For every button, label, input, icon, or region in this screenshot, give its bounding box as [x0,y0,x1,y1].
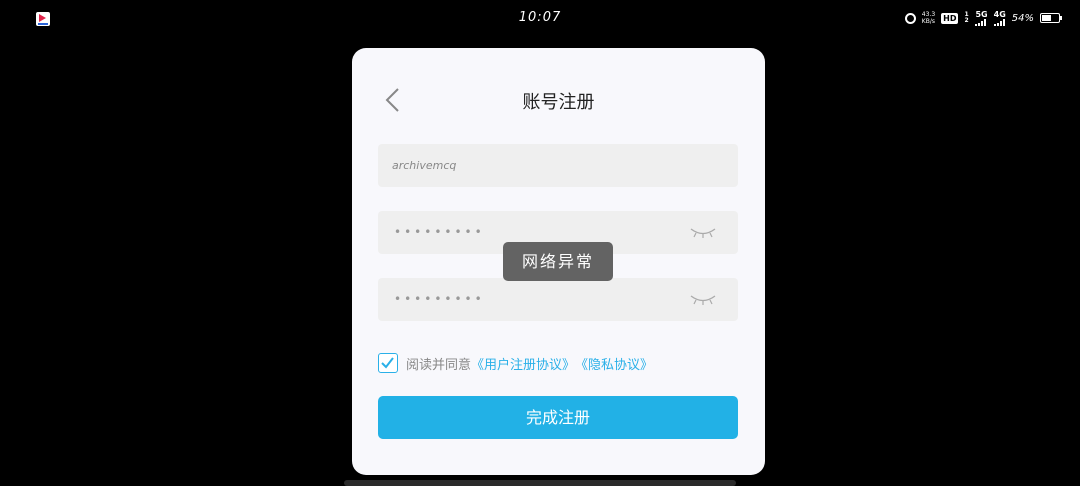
status-bar: 10:07 43.3 KB/s HD 1 2 5G 4G 54% [0,0,1080,38]
net-speed: 43.3 KB/s [922,11,935,25]
agree-checkbox[interactable] [378,353,398,373]
signal-5g-label: 5G [975,10,988,19]
username-input[interactable] [378,144,682,187]
battery-percent: 54% [1011,12,1034,24]
hd-badge: HD [941,12,959,24]
net-speed-value: 43.3 [921,11,936,18]
confirm-password-mask: ••••••••• [394,292,485,306]
signal-5g: 5G [975,10,988,26]
user-agreement-link[interactable]: 《用户注册协议》 [471,354,575,373]
battery-fill [1042,15,1051,21]
home-indicator[interactable] [344,480,736,486]
submit-register-button[interactable]: 完成注册 [378,396,738,439]
toast-message: 网络异常 [503,242,613,281]
signal-icon [975,19,987,26]
battery-icon [1040,13,1062,23]
signal-4g-label: 4G [993,10,1006,19]
net-speed-unit: KB/s [921,18,935,25]
signal-icon [993,19,1005,26]
confirm-password-field[interactable]: ••••••••• [378,278,738,321]
username-field[interactable] [378,144,738,187]
agreement-row: 阅读并同意 《用户注册协议》 《隐私协议》 [378,352,653,374]
eye-closed-icon[interactable] [690,293,716,305]
alarm-icon [904,12,916,24]
password-mask: ••••••••• [394,225,485,239]
page-title: 账号注册 [522,92,595,113]
privacy-policy-link[interactable]: 《隐私协议》 [575,354,653,373]
hd-sim-indicator: 1 2 [964,11,969,24]
signal-4g: 4G [993,10,1006,26]
agree-prefix: 阅读并同意 [406,357,472,373]
eye-closed-icon[interactable] [690,226,716,238]
system-icons: 43.3 KB/s HD 1 2 5G 4G 54% [904,10,1062,26]
check-icon [381,357,394,369]
